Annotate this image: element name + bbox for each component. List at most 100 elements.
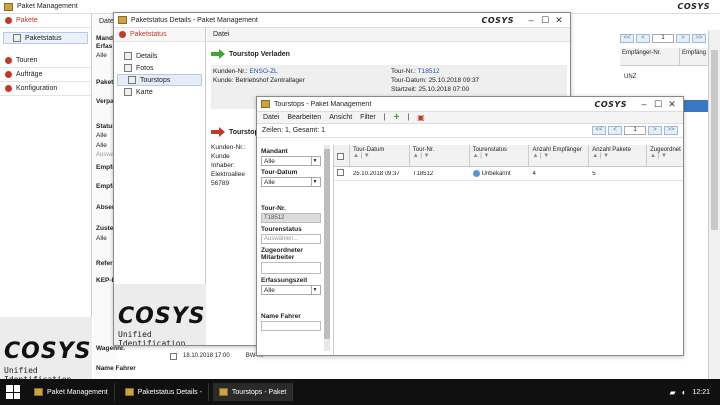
task-tourstops[interactable]: Tourstops - Paket — [212, 383, 294, 401]
tourstops-grid: Tour-Datum ▲ | ▼ Tour-Nr. ▲ | ▼ Tourenstat… — [333, 145, 683, 355]
clock[interactable]: 12:21 — [692, 389, 710, 396]
menu-ansicht[interactable]: Ansicht — [329, 114, 352, 121]
paketstatus-dot-icon — [119, 31, 126, 38]
main-sidebar: Pakete Paketstatus Touren Aufträge Konfi… — [0, 14, 92, 379]
main-pager: << < 1 > >> — [620, 34, 706, 43]
minimize-icon[interactable]: – — [524, 15, 538, 25]
section-title: Tourstop Verladen — [229, 50, 290, 58]
menu-filter[interactable]: Filter — [360, 114, 376, 121]
startzeit-row: Startzeit: 25.10.2018 07:00 — [391, 86, 470, 93]
cell-empf: 4 — [532, 170, 536, 177]
status-nav-fotos[interactable]: Fotos — [114, 62, 205, 74]
touren-icon — [5, 57, 12, 64]
green-arrow-icon — [211, 49, 225, 59]
tourstops-toolbar: Zeilen: 1, Gesamt: 1 << < 1 > >> — [257, 124, 683, 138]
col-tour-datum[interactable]: Tour-Datum ▲ | ▼ — [350, 145, 410, 166]
col-anzahl-empfaenger[interactable]: Anzahl Empfänger ▲ | ▼ — [529, 145, 590, 166]
status-nav-tourstops[interactable]: Tourstops — [117, 74, 202, 86]
mandant-select[interactable]: Alle ▼ — [261, 156, 321, 166]
status-titlebar[interactable]: Paketstatus Details - Paket Management C… — [114, 13, 570, 28]
menu-datei[interactable]: Datei — [263, 114, 279, 121]
tourstops-window: Tourstops - Paket Management COSYS – ☐ ✕… — [256, 96, 684, 356]
tourstops-menubar: Datei Bearbeiten Ansicht Filter | + | ▣ — [257, 112, 683, 124]
fahrer-input[interactable] — [261, 321, 321, 331]
next-page-button[interactable]: > — [676, 34, 690, 43]
network-icon[interactable]: ▰ — [669, 388, 675, 397]
ts-prev-page-button[interactable]: < — [608, 126, 622, 135]
tourstops-minimize-icon[interactable]: – — [637, 99, 651, 109]
tourstops-maximize-icon[interactable]: ☐ — [651, 99, 665, 110]
erfassungszeit-select[interactable]: Alle ▼ — [261, 285, 321, 295]
filter-scrollbar[interactable] — [324, 145, 330, 351]
tourstops-titlebar[interactable]: Tourstops - Paket Management COSYS – ☐ ✕ — [257, 97, 683, 112]
brand-tagline: Unified Identification — [4, 366, 71, 379]
task1-icon — [34, 388, 43, 396]
header-checkbox-cell[interactable] — [334, 145, 350, 166]
volume-icon[interactable]: ◐ — [682, 388, 687, 397]
last-page-button[interactable]: >> — [692, 34, 706, 43]
main-scrollbar[interactable] — [708, 30, 720, 379]
start-icon[interactable] — [6, 385, 20, 399]
nav-paketstatus[interactable]: Paketstatus — [3, 32, 88, 44]
cosys-logo-large: COSYS — [4, 339, 92, 364]
nav-konfiguration[interactable]: Konfiguration — [0, 82, 91, 96]
taskbar: Paket Management Paketstatus Details - T… — [0, 379, 720, 405]
ts-next-page-button[interactable]: > — [648, 126, 662, 135]
close-icon[interactable]: ✕ — [552, 15, 566, 26]
first-page-button[interactable]: << — [620, 34, 634, 43]
task-paketstatus[interactable]: Paketstatus Details - — [119, 383, 209, 401]
tourdatum-label: Tour-Datum — [261, 169, 298, 176]
main-window-title: Paket Management — [17, 3, 78, 10]
nav-auftraege[interactable]: Aufträge — [0, 68, 91, 82]
page-number[interactable]: 1 — [652, 34, 674, 43]
main-grid-header: Empfänger-Nr. Empfäng — [620, 48, 720, 66]
task-paket-management[interactable]: Paket Management — [28, 383, 115, 401]
header-checkbox[interactable] — [337, 153, 344, 160]
kunden-nr-row: Kunden-Nr.: ENSO-ZL — [213, 68, 278, 75]
row-checkbox-1[interactable] — [337, 169, 344, 176]
col-zugeordnet[interactable]: Zugeordnet ▲ | ▼ — [647, 145, 683, 166]
paketstatus-icon — [13, 34, 21, 42]
cell-pakete: 5 — [592, 170, 596, 177]
status-nav-karte[interactable]: Karte — [114, 86, 205, 98]
tourstops-close-icon[interactable]: ✕ — [665, 99, 679, 110]
status-cosys-logo: COSYS — [481, 15, 514, 25]
tourstops-app-icon — [261, 100, 270, 108]
nav-pakete[interactable]: Pakete — [0, 14, 91, 28]
col-tour-nr[interactable]: Tour-Nr. ▲ | ▼ — [410, 145, 470, 166]
add-icon[interactable]: + — [394, 112, 400, 123]
mandant-label: Mandant — [261, 148, 288, 155]
menu-bearbeiten[interactable]: Bearbeiten — [287, 114, 321, 121]
filter-scrollbar-thumb[interactable] — [324, 149, 330, 339]
section2-title: Tourstop — [229, 128, 259, 136]
section-title-row: Tourstop Verladen — [211, 49, 567, 59]
maximize-icon[interactable]: ☐ — [538, 15, 552, 26]
col-empfaenger-nr[interactable]: Empfänger-Nr. — [620, 48, 680, 65]
karte-icon — [124, 88, 132, 96]
tourdatum-select[interactable]: Alle ▼ — [261, 177, 321, 187]
nav-touren[interactable]: Touren — [0, 54, 91, 68]
tourenstatus-input[interactable]: Auswählen... — [261, 234, 321, 244]
status-nav-details[interactable]: Details — [114, 50, 205, 62]
col-anzahl-pakete[interactable]: Anzahl Pakete ▲ | ▼ — [589, 145, 648, 166]
ts-first-page-button[interactable]: << — [592, 126, 606, 135]
task3-icon — [218, 388, 228, 396]
col-tourenstatus[interactable]: Tourenstatus ▲ | ▼ — [470, 145, 530, 166]
red-arrow-icon — [211, 127, 225, 137]
prev-page-button[interactable]: < — [636, 34, 650, 43]
table-row[interactable]: 25.10.2018 09:37 T18512 Unbekannt 4 5 — [334, 167, 683, 181]
ts-last-page-button[interactable]: >> — [664, 126, 678, 135]
status-sidebar: Paketstatus Details Fotos Tourstops Kart… — [114, 28, 206, 345]
pakete-icon — [5, 17, 12, 24]
mitarbeiter-input[interactable] — [261, 262, 321, 274]
ts-page-number[interactable]: 1 — [624, 126, 646, 135]
export-icon[interactable]: ▣ — [417, 113, 425, 122]
filter-label-fahrer: Name Fahrer — [96, 365, 136, 372]
row-checkbox[interactable] — [170, 352, 177, 360]
status-nav-header[interactable]: Paketstatus — [114, 28, 205, 42]
tournr-input[interactable]: T18512 — [261, 213, 321, 223]
tour-datum-row: Tour-Datum: 25.10.2018 09:37 — [391, 77, 480, 84]
status-file-menu[interactable]: Datei — [213, 31, 229, 38]
main-scrollbar-thumb[interactable] — [711, 50, 718, 230]
row-date: 18.10.2018 17:00 — [183, 353, 230, 359]
